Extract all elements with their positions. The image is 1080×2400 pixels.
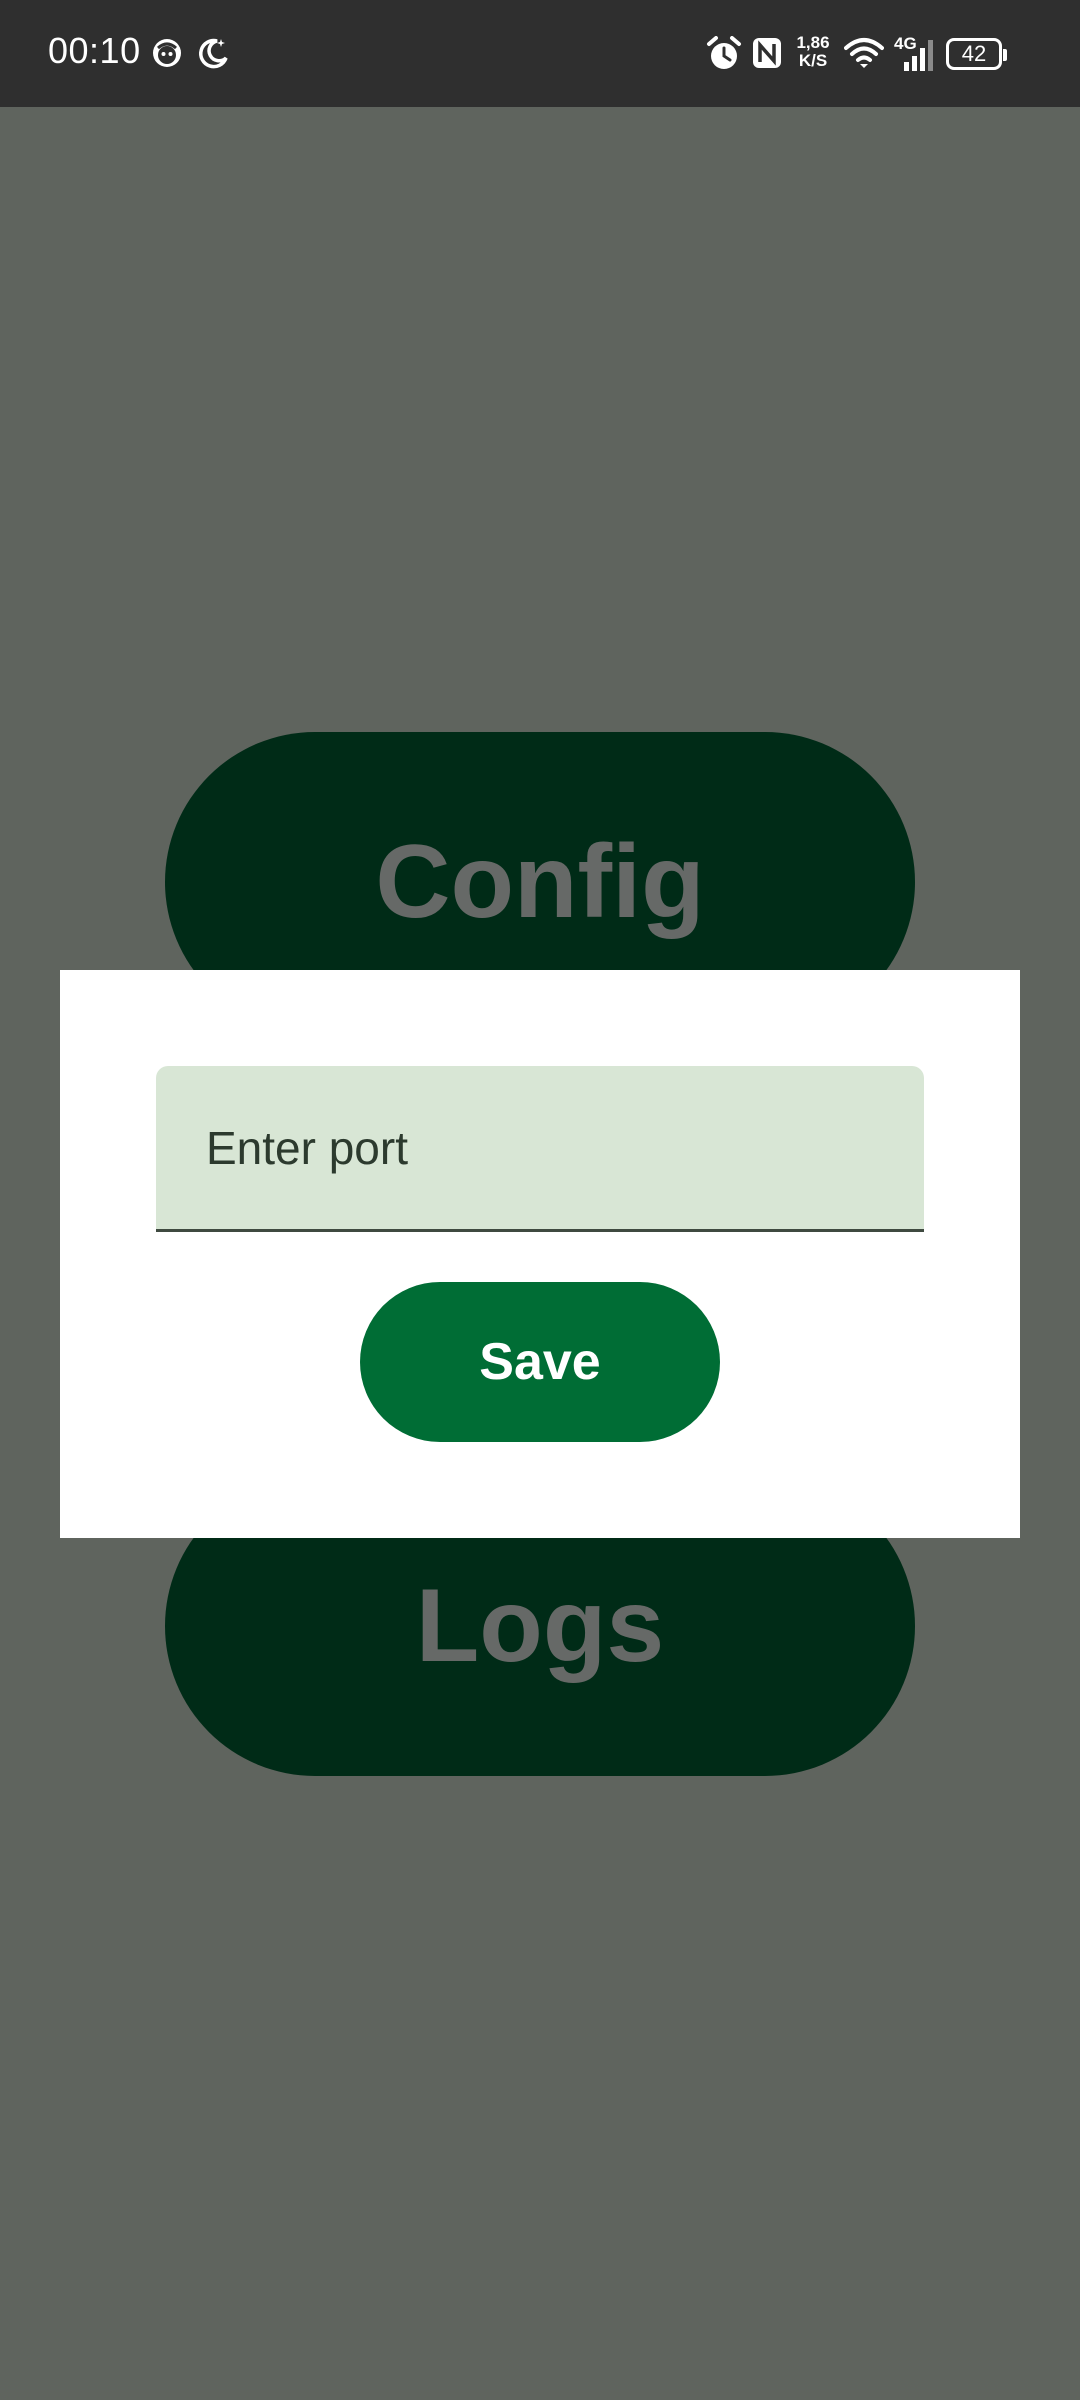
alarm-icon bbox=[706, 36, 742, 77]
port-dialog: Save bbox=[60, 970, 1020, 1538]
battery-level: 42 bbox=[961, 41, 987, 66]
network-type-label: 4G bbox=[894, 34, 917, 53]
battery-icon: 42 bbox=[946, 38, 1002, 70]
wifi-icon bbox=[844, 36, 884, 77]
face-icon bbox=[150, 36, 184, 70]
nfc-icon bbox=[751, 36, 783, 75]
speed-value: 1,86 bbox=[796, 33, 830, 52]
network-speed: 1,86 K/S bbox=[791, 34, 835, 70]
status-time: 00:10 bbox=[48, 30, 141, 71]
port-field[interactable] bbox=[156, 1066, 924, 1232]
status-bar: 00:10 1,86 K/S 4G 42 bbox=[0, 0, 1080, 107]
save-button[interactable]: Save bbox=[360, 1282, 720, 1442]
status-right-group: 1,86 K/S 4G 42 bbox=[706, 30, 1036, 78]
port-input[interactable] bbox=[156, 1066, 924, 1229]
do-not-disturb-moon-icon bbox=[197, 36, 231, 70]
battery-tip bbox=[1003, 49, 1007, 61]
cellular-4g-icon: 4G bbox=[894, 32, 938, 79]
speed-unit: K/S bbox=[798, 51, 828, 70]
